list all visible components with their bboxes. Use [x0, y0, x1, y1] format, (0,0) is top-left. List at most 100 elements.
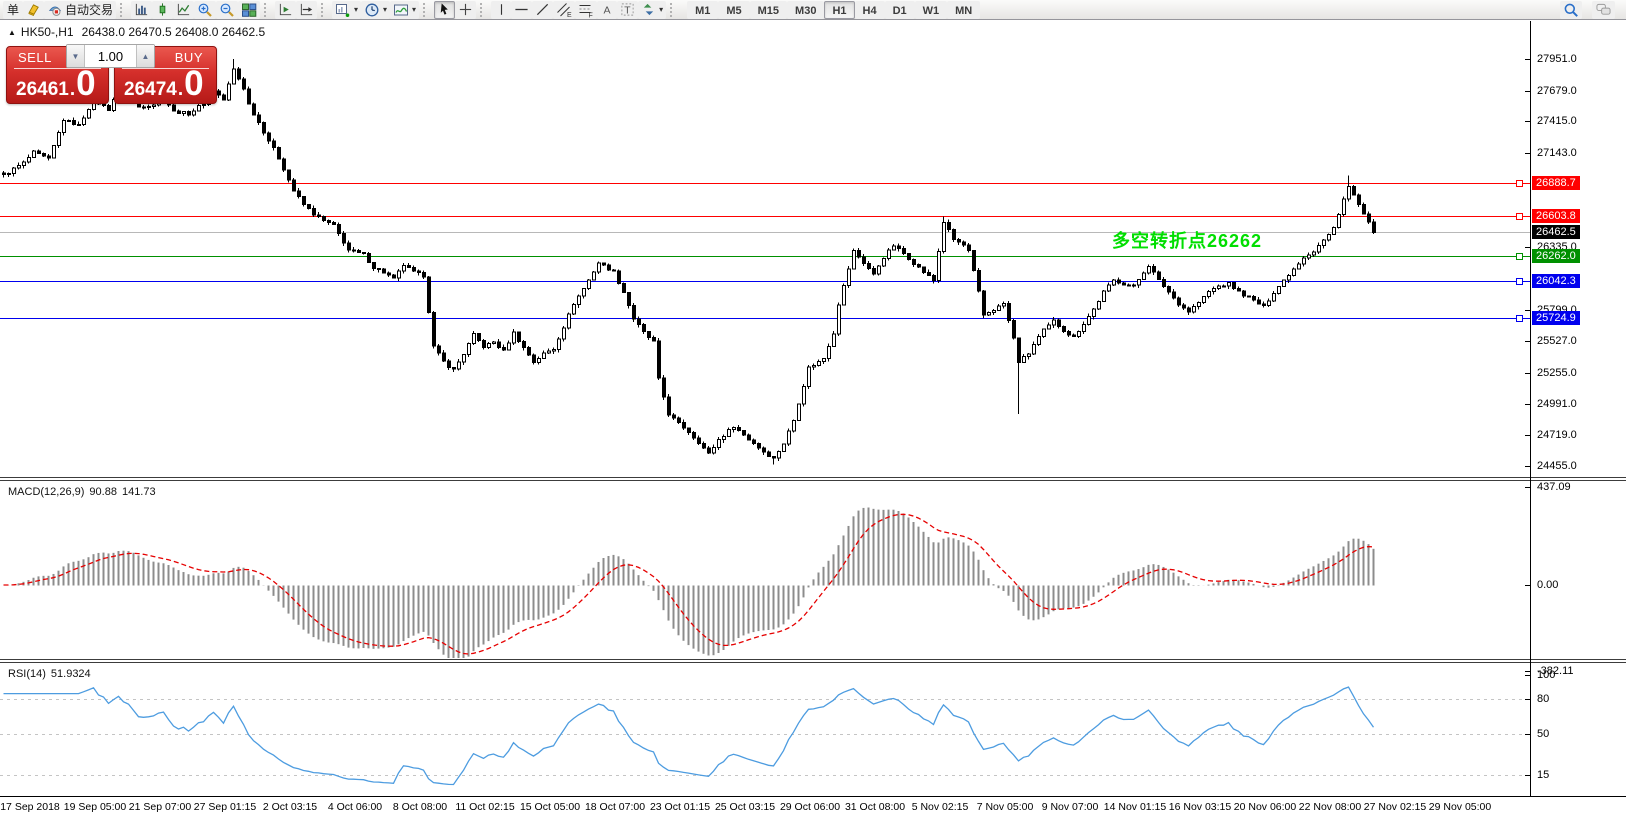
symbol-period: HK50-,H1	[21, 25, 74, 39]
zoom-out-icon	[219, 2, 235, 18]
hline-price-badge[interactable]: 26262.0	[1532, 249, 1580, 263]
templates-button[interactable]: ▾	[390, 1, 419, 19]
toolbar-separator	[670, 3, 677, 17]
one-click-trading-panel: SELL 26461.0 BUY 26474.0 ▼ ▲	[6, 44, 215, 103]
cursor-icon	[437, 2, 452, 17]
date-axis-label: 8 Oct 08:00	[393, 801, 447, 813]
autotrade-button[interactable]: 自动交易	[44, 1, 116, 19]
svg-text:E: E	[567, 12, 572, 18]
zoom-in-button[interactable]	[194, 1, 216, 19]
shapes-button[interactable]: ▾	[638, 1, 666, 19]
dropdown-arrow-icon: ▾	[354, 5, 358, 14]
date-axis-label: 23 Oct 01:15	[650, 801, 710, 813]
date-axis-label: 16 Nov 03:15	[1169, 801, 1231, 813]
macd-indicator-label: MACD(12,26,9)90.88141.73	[8, 486, 161, 498]
timeframe-w1[interactable]: W1	[915, 1, 948, 19]
text-button[interactable]: A	[597, 1, 617, 19]
current-price-badge: 26462.5	[1532, 225, 1580, 239]
price-axis-tick: 27143.0	[1537, 147, 1577, 159]
volume-decrease-button[interactable]: ▼	[67, 45, 85, 67]
tiles-icon	[241, 2, 257, 18]
channel-icon: E	[556, 2, 572, 18]
periods-button[interactable]: ▾	[361, 1, 390, 19]
hline-price-badge[interactable]: 26603.8	[1532, 209, 1580, 223]
main-toolbar: 单自动交易▾▾▾EFAT▾M1M5M15M30H1H4D1W1MN	[0, 0, 1626, 20]
date-axis-label: 9 Nov 07:00	[1042, 801, 1099, 813]
template-icon	[393, 2, 409, 18]
new-chart-button[interactable]: ▾	[332, 1, 361, 19]
zoom-in-icon	[197, 2, 213, 18]
fibonacci-button[interactable]: F	[575, 1, 597, 19]
toolbar-right-icons	[1560, 1, 1623, 19]
hline-button[interactable]	[511, 1, 532, 19]
toolbar-separator	[423, 3, 430, 17]
auto-scroll-button[interactable]	[296, 1, 317, 19]
collapse-icon[interactable]: ▲	[8, 28, 16, 37]
timeframe-m5[interactable]: M5	[718, 1, 749, 19]
timeframe-mn[interactable]: MN	[947, 1, 980, 19]
svg-text:T: T	[624, 5, 631, 16]
search-button[interactable]	[1560, 1, 1582, 19]
trend-pivot-annotation[interactable]: 多空转折点26262	[1112, 227, 1262, 253]
trendline-button[interactable]	[532, 1, 553, 19]
tile-windows-button[interactable]	[238, 1, 260, 19]
date-axis-label: 5 Nov 02:15	[912, 801, 969, 813]
ohlc-values: 26438.0 26470.5 26408.0 26462.5	[82, 25, 266, 39]
hline-price-badge[interactable]: 26042.3	[1532, 274, 1580, 288]
toolbar-separator	[480, 3, 487, 17]
label-icon: T	[620, 2, 635, 17]
toolbar-separator	[120, 3, 127, 17]
chart-shift-button[interactable]	[275, 1, 296, 19]
new-order-button[interactable]: 单	[3, 1, 23, 19]
line-chart-button[interactable]	[173, 1, 194, 19]
price-axis-tick: 25255.0	[1537, 367, 1577, 379]
price-axis-tick: 24719.0	[1537, 429, 1577, 441]
toolbar-separator	[321, 3, 328, 17]
history-center-button[interactable]	[23, 1, 44, 19]
volume-stepper: ▼ ▲	[66, 44, 155, 68]
date-axis-label: 29 Nov 05:00	[1429, 801, 1491, 813]
candle-chart-button[interactable]	[152, 1, 173, 19]
timeframe-h4[interactable]: H4	[855, 1, 885, 19]
autotrade-button-label: 自动交易	[65, 1, 113, 18]
date-axis-label: 22 Nov 08:00	[1299, 801, 1361, 813]
arrow-down-icon: ▼	[72, 52, 80, 61]
buy-label: BUY	[175, 50, 203, 65]
rsi-axis-label: 50	[1537, 728, 1549, 740]
hline-price-badge[interactable]: 26888.7	[1532, 176, 1580, 190]
price-axis-tick: 27679.0	[1537, 85, 1577, 97]
date-axis-label: 2 Oct 03:15	[263, 801, 317, 813]
timeframe-d1[interactable]: D1	[885, 1, 915, 19]
date-axis-label: 17 Sep 2018	[0, 801, 60, 813]
cursor-button[interactable]	[434, 1, 455, 19]
dropdown-arrow-icon: ▾	[383, 5, 387, 14]
timeframe-h1[interactable]: H1	[824, 1, 854, 19]
search-icon	[1563, 2, 1579, 18]
volume-input[interactable]	[85, 45, 136, 67]
sell-price: 26461.0	[16, 69, 96, 101]
fibonacci-icon: F	[578, 2, 594, 18]
timeframe-m1[interactable]: M1	[687, 1, 718, 19]
zoom-out-button[interactable]	[216, 1, 238, 19]
svg-text:A: A	[603, 5, 611, 17]
vline-button[interactable]	[491, 1, 511, 19]
date-axis-label: 20 Nov 06:00	[1234, 801, 1296, 813]
buy-price: 26474.0	[124, 69, 204, 101]
new-order-button-text: 单	[7, 1, 19, 18]
chat-button[interactable]	[1592, 1, 1615, 19]
crosshair-button[interactable]	[455, 1, 476, 19]
hline-price-badge[interactable]: 25724.9	[1532, 311, 1580, 325]
channel-button[interactable]: E	[553, 1, 575, 19]
shapes-icon	[641, 2, 656, 17]
volume-increase-button[interactable]: ▲	[136, 45, 154, 67]
bar-chart-button[interactable]	[131, 1, 152, 19]
macd-axis-label: 0.00	[1537, 579, 1558, 591]
chart-canvas[interactable]	[0, 0, 1626, 821]
timeframe-m30[interactable]: M30	[787, 1, 824, 19]
date-axis-label: 31 Oct 08:00	[845, 801, 905, 813]
timeframe-m15[interactable]: M15	[750, 1, 787, 19]
label-button[interactable]: T	[617, 1, 638, 19]
date-axis-label: 7 Nov 05:00	[977, 801, 1034, 813]
toolbar-separator	[264, 3, 271, 17]
date-axis-label: 21 Sep 07:00	[129, 801, 191, 813]
